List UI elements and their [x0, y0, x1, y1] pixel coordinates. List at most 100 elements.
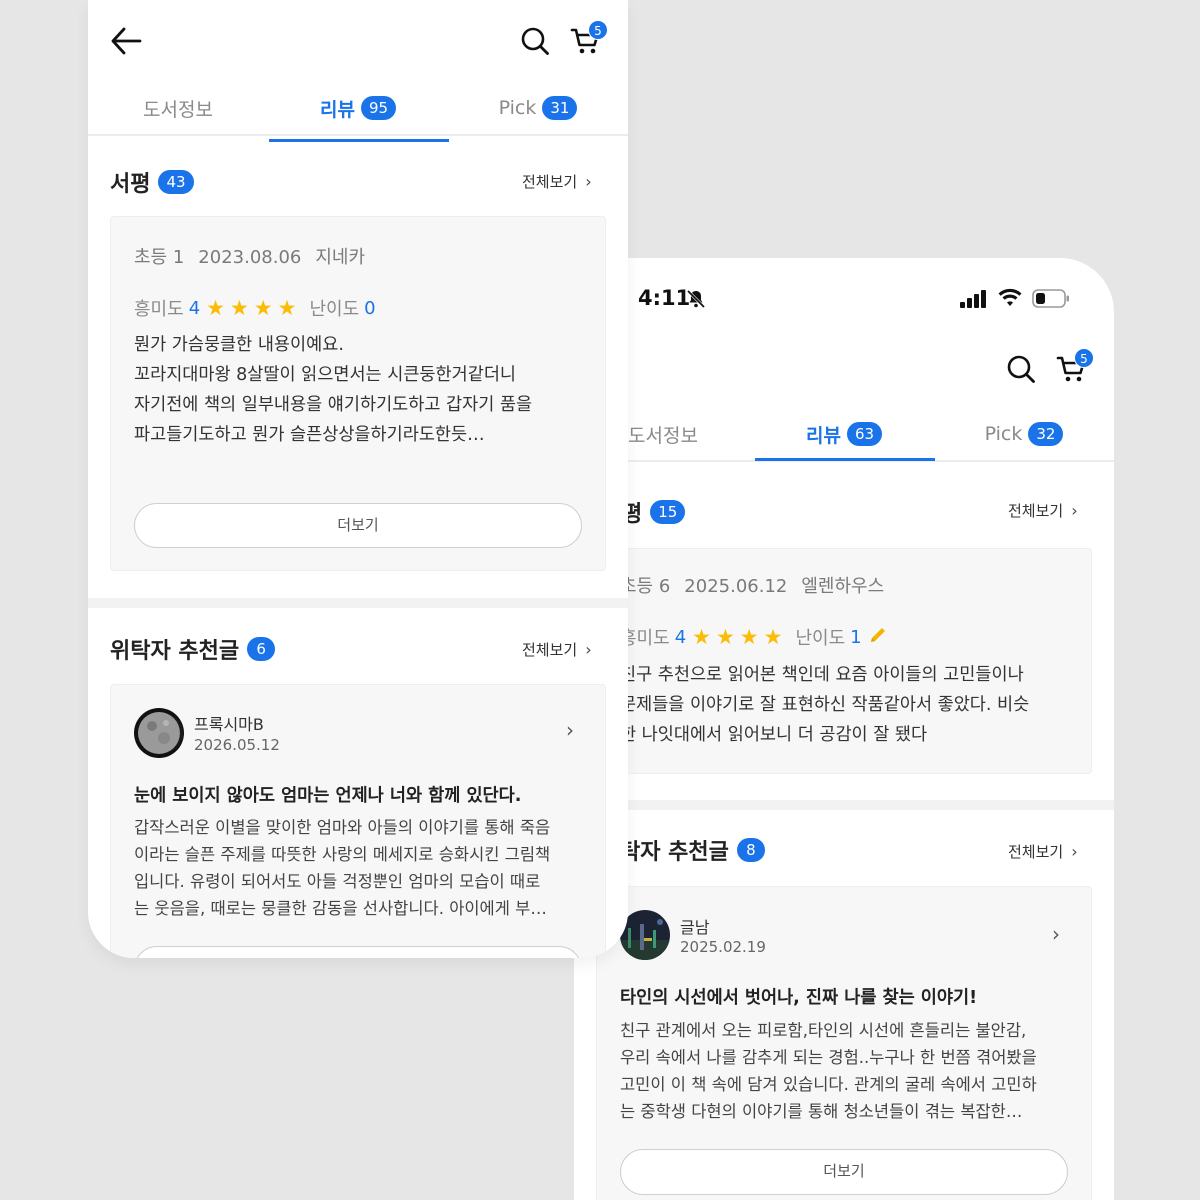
section-title-text: 서평: [110, 172, 151, 197]
chevron-right-icon: ›: [585, 640, 592, 659]
tab-label: Pick: [498, 97, 537, 119]
pencil-icon: [868, 625, 888, 650]
star-icon: ★: [277, 296, 297, 320]
status-time: 4:11: [638, 286, 691, 310]
more-button[interactable]: 더보기: [134, 503, 582, 548]
fun-label: 흥미도: [134, 299, 184, 320]
more-button[interactable]: 더보기: [620, 1149, 1068, 1195]
tab-pick[interactable]: Pick 31: [448, 80, 628, 136]
section-count-badge: 43: [158, 170, 194, 194]
tab-pick[interactable]: Pick 32: [934, 406, 1114, 462]
tab-count-badge: 63: [846, 422, 883, 446]
section-count-badge: 15: [650, 500, 686, 524]
section-title-recommend: 위탁자 추천글 6: [110, 633, 276, 665]
review-rating: 흥미도 4 ★ ★ ★ ★ 난이도 1: [620, 624, 888, 650]
see-all-label: 전체보기: [1008, 502, 1064, 520]
see-all-link[interactable]: 전체보기 ›: [1008, 841, 1078, 862]
active-tab-indicator: [269, 139, 449, 142]
star-icon: ★: [206, 296, 225, 320]
post-body: 친구 관계에서 오는 피로함,타인의 시선에 흔들리는 불안감, 우리 속에서 …: [620, 1017, 1037, 1125]
review-line: 파고들기도하고 뭔가 슬픈상상을하기라도한듯…: [134, 425, 485, 445]
see-all-label: 전체보기: [1008, 843, 1064, 861]
post-line: 입니다. 유령이 되어서도 아들 걱정뿐인 엄마의 모습이 때로: [134, 872, 541, 891]
fun-value: 4: [188, 297, 201, 319]
tab-reviews[interactable]: 리뷰 63: [754, 406, 934, 462]
review-body: 뭔가 가슴뭉클한 내용이예요. 꼬라지대마왕 8살딸이 읽으면서는 시큰둥한거같…: [134, 330, 532, 450]
wifi-icon: [998, 288, 1022, 312]
see-all-link[interactable]: 전체보기 ›: [522, 639, 592, 660]
review-meta: 초등 1 2023.08.06 지네카: [134, 243, 379, 269]
difficulty-value: 0: [364, 297, 376, 319]
star-icon: ★: [692, 625, 711, 649]
chevron-right-icon: ›: [1071, 842, 1078, 861]
post-author: 글남: [680, 918, 710, 937]
section-title-reviews: 평 15: [622, 496, 686, 528]
post-title: 눈에 보이지 않아도 엄마는 언제나 너와 함께 있단다.: [134, 786, 522, 806]
tab-reviews[interactable]: 리뷰 95: [268, 80, 448, 136]
review-meta: 초등 6 2025.06.12 엘렌하우스: [620, 572, 898, 598]
review-date: 2025.06.12: [684, 576, 788, 597]
post-line: 는 중학생 다현의 이야기를 통해 청소년들이 겪는 복잡한…: [620, 1102, 1023, 1121]
review-line: 문제들을 이야기로 잘 표현하신 작품같아서 좋았다. 비슷: [620, 695, 1030, 715]
section-divider: [88, 598, 628, 608]
review-line: 뭔가 가슴뭉클한 내용이예요.: [134, 335, 344, 355]
search-icon[interactable]: [520, 26, 550, 56]
phone-screen-back: 4:11 5 도서정보 리뷰 63 Pick 32 평 15 전체보기 › 초등 6 20…: [574, 258, 1114, 1200]
post-line: 고민이 이 책 속에 담겨 있습니다. 관계의 굴레 속에서 고민하: [620, 1075, 1037, 1094]
tab-label: 리뷰: [319, 98, 355, 121]
tab-count-badge: 32: [1028, 422, 1064, 446]
post-line: 는 웃음을, 때로는 뭉클한 감동을 선사합니다. 아이에게 부…: [134, 899, 547, 918]
star-icon: ★: [739, 625, 759, 649]
difficulty-label: 난이도: [795, 628, 846, 649]
chevron-right-icon[interactable]: ›: [1052, 922, 1060, 946]
see-all-label: 전체보기: [522, 173, 578, 191]
star-icon: ★: [229, 296, 249, 320]
see-all-link[interactable]: 전체보기 ›: [1008, 500, 1078, 521]
difficulty-label: 난이도: [309, 299, 360, 320]
see-all-label: 전체보기: [522, 641, 578, 659]
review-date: 2023.08.06: [198, 247, 302, 268]
review-line: 한 나잇대에서 읽어보니 더 공감이 잘 됐다: [620, 725, 928, 745]
review-line: 자기전에 책의 일부내용을 얘기하기도하고 갑자기 품을: [134, 395, 533, 415]
search-icon[interactable]: [1006, 354, 1036, 384]
see-all-link[interactable]: 전체보기 ›: [522, 171, 592, 192]
cell-signal-icon: [960, 290, 988, 312]
tab-bar: 도서정보 리뷰 63 Pick 32: [574, 406, 1114, 462]
tab-count-badge: 31: [542, 96, 578, 120]
bell-muted-icon: [686, 289, 706, 313]
post-author: 프록시마B: [194, 715, 264, 734]
post-date: 2025.02.19: [680, 938, 766, 956]
difficulty-value: 1: [850, 626, 862, 648]
star-icon: ★: [253, 296, 273, 320]
section-title-recommend: 탁자 추천글 8: [620, 834, 765, 866]
tab-label: 도서정보: [628, 424, 698, 447]
chevron-right-icon[interactable]: ›: [566, 718, 574, 742]
tab-label: 리뷰: [805, 424, 841, 447]
phone-screen-front: 5 도서정보 리뷰 95 Pick 31 서평 43 전체보기 › 초등 1 2023.0…: [88, 0, 628, 958]
arrow-left-icon[interactable]: [110, 26, 142, 56]
cart-count-badge: 5: [1074, 348, 1094, 368]
chevron-right-icon: ›: [1071, 501, 1078, 520]
cart-count-badge: 5: [588, 20, 608, 40]
review-author: 엘렌하우스: [801, 576, 885, 597]
section-title-text: 탁자 추천글: [620, 840, 729, 865]
star-icon: ★: [763, 625, 783, 649]
section-title-text: 위탁자 추천글: [110, 639, 240, 664]
review-line: 친구 추천으로 읽어본 책인데 요즘 아이들의 고민들이나: [620, 665, 1024, 685]
review-grade: 초등 1: [134, 247, 185, 268]
tab-count-badge: 95: [360, 96, 397, 120]
active-tab-indicator: [755, 458, 935, 461]
post-line: 갑작스러운 이별을 맞이한 엄마와 아들의 이야기를 통해 죽음: [134, 818, 551, 837]
avatar: [134, 708, 184, 758]
tab-book-info[interactable]: 도서정보: [88, 80, 268, 136]
tab-label: Pick: [984, 423, 1023, 445]
fun-value: 4: [674, 626, 687, 648]
review-body: 친구 추천으로 읽어본 책인데 요즘 아이들의 고민들이나 문제들을 이야기로 …: [620, 660, 1029, 750]
post-body: 갑작스러운 이별을 맞이한 엄마와 아들의 이야기를 통해 죽음 이라는 슬픈 …: [134, 814, 550, 922]
star-icon: ★: [715, 625, 735, 649]
tab-label: 도서정보: [143, 98, 213, 121]
review-rating: 흥미도 4 ★ ★ ★ ★ 난이도 0: [134, 295, 382, 321]
review-author: 지네카: [315, 247, 366, 268]
more-button[interactable]: [134, 946, 582, 958]
section-count-badge: 6: [247, 637, 276, 661]
